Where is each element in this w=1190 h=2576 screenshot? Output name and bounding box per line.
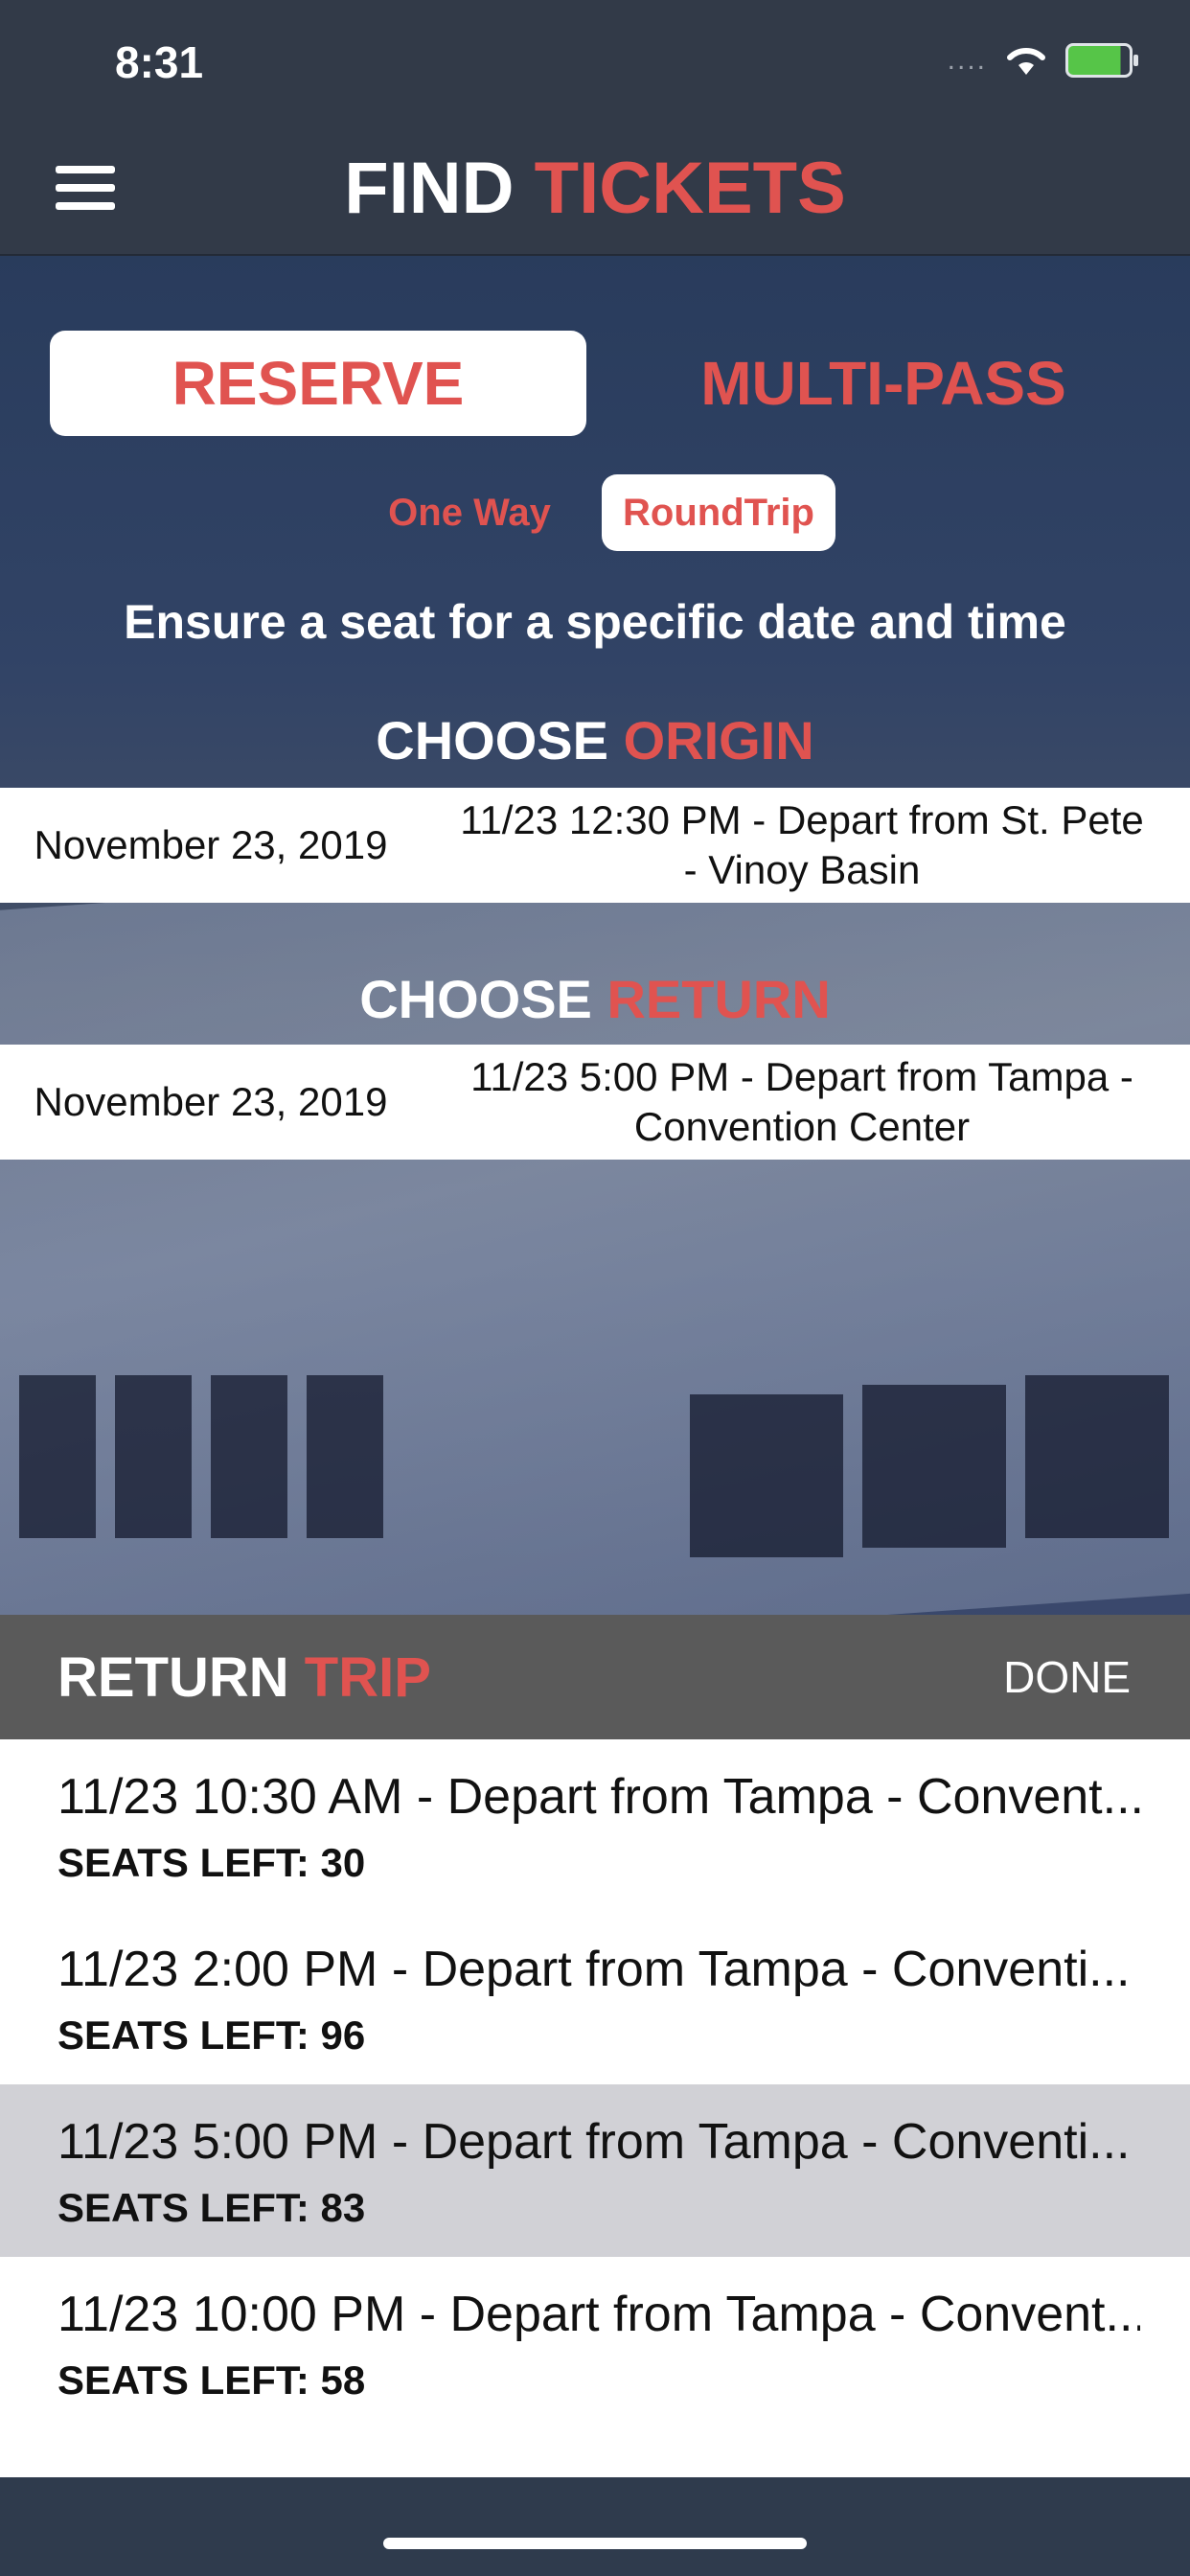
- ferry-windows: [0, 1375, 1190, 1567]
- list-item[interactable]: 11/23 2:00 PM - Depart from Tampa - Conv…: [0, 1912, 1190, 2084]
- choose-return-part1: CHOOSE: [359, 969, 592, 1029]
- origin-picker-row[interactable]: November 23, 2019 11/23 12:30 PM - Depar…: [0, 788, 1190, 903]
- list-item-seats: SEATS LEFT: 30: [57, 1840, 366, 1885]
- status-time: 8:31: [115, 37, 204, 87]
- battery-charging-icon: [1065, 43, 1138, 78]
- mode-tabs: RESERVE MULTI-PASS: [50, 331, 1142, 436]
- tab-multi-pass[interactable]: MULTI-PASS: [625, 331, 1142, 436]
- wifi-icon: [1007, 47, 1045, 75]
- choose-return-title: CHOOSE RETURN: [0, 968, 1190, 1030]
- one-way-option[interactable]: One Way: [378, 474, 561, 551]
- origin-trip-line2: - Vinoy Basin: [683, 847, 921, 892]
- return-trip-list: 11/23 10:30 AM - Depart from Tampa - Con…: [0, 1739, 1190, 2477]
- list-item-selected[interactable]: 11/23 5:00 PM - Depart from Tampa - Conv…: [0, 2084, 1190, 2257]
- return-date: November 23, 2019: [34, 1079, 388, 1124]
- sheet-title-part2: TRIP: [304, 1646, 431, 1709]
- list-item-title: 11/23 2:00 PM - Depart from Tampa - Conv…: [57, 1942, 1131, 1997]
- return-trip-sheet-header: RETURN TRIP DONE: [0, 1615, 1190, 1739]
- choose-return-part2: RETURN: [606, 969, 831, 1029]
- origin-trip-line1: 11/23 12:30 PM - Depart from St. Pete: [460, 797, 1144, 842]
- return-trip-line2: Convention Center: [633, 1104, 971, 1149]
- list-item[interactable]: 11/23 10:30 AM - Depart from Tampa - Con…: [0, 1739, 1190, 1912]
- navigation-bar: FIND TICKETS: [0, 129, 1190, 256]
- list-item-seats: SEATS LEFT: 83: [57, 2185, 366, 2230]
- status-icons: ....: [947, 43, 1138, 78]
- signal-icon: ....: [947, 44, 987, 76]
- list-item-title: 11/23 10:30 AM - Depart from Tampa - Con…: [57, 1769, 1140, 1825]
- trip-type-toggle: One Way RoundTrip: [0, 474, 1190, 551]
- return-trip: 11/23 5:00 PM - Depart from Tampa - Conv…: [422, 1052, 1190, 1152]
- origin-date: November 23, 2019: [34, 822, 388, 867]
- background-ferry-image: [0, 254, 1190, 1615]
- page-title-part1: FIND: [344, 148, 515, 229]
- list-item-title: 11/23 5:00 PM - Depart from Tampa - Conv…: [57, 2114, 1131, 2170]
- sheet-title-part1: RETURN: [57, 1646, 289, 1709]
- choose-origin-part1: CHOOSE: [376, 710, 608, 770]
- tab-reserve[interactable]: RESERVE: [50, 331, 586, 436]
- list-item-seats: SEATS LEFT: 58: [57, 2358, 366, 2403]
- page-title-part2: TICKETS: [534, 148, 846, 229]
- origin-trip: 11/23 12:30 PM - Depart from St. Pete - …: [422, 795, 1190, 895]
- tagline: Ensure a seat for a specific date and ti…: [124, 595, 1066, 649]
- page-title: FIND TICKETS: [0, 147, 1190, 230]
- done-button[interactable]: DONE: [1003, 1651, 1131, 1703]
- list-item[interactable]: 11/23 10:00 PM - Depart from Tampa - Con…: [0, 2257, 1190, 2429]
- choose-origin-title: CHOOSE ORIGIN: [0, 709, 1190, 771]
- home-indicator[interactable]: [383, 2538, 807, 2549]
- round-trip-option[interactable]: RoundTrip: [602, 474, 835, 551]
- return-picker-row[interactable]: November 23, 2019 11/23 5:00 PM - Depart…: [0, 1045, 1190, 1160]
- sheet-title: RETURN TRIP: [57, 1645, 431, 1710]
- list-item-title: 11/23 10:00 PM - Depart from Tampa - Con…: [57, 2287, 1140, 2342]
- choose-origin-part2: ORIGIN: [623, 710, 814, 770]
- return-trip-line1: 11/23 5:00 PM - Depart from Tampa -: [470, 1054, 1133, 1099]
- status-bar: 8:31 ....: [0, 0, 1190, 129]
- list-item-seats: SEATS LEFT: 96: [57, 2012, 366, 2058]
